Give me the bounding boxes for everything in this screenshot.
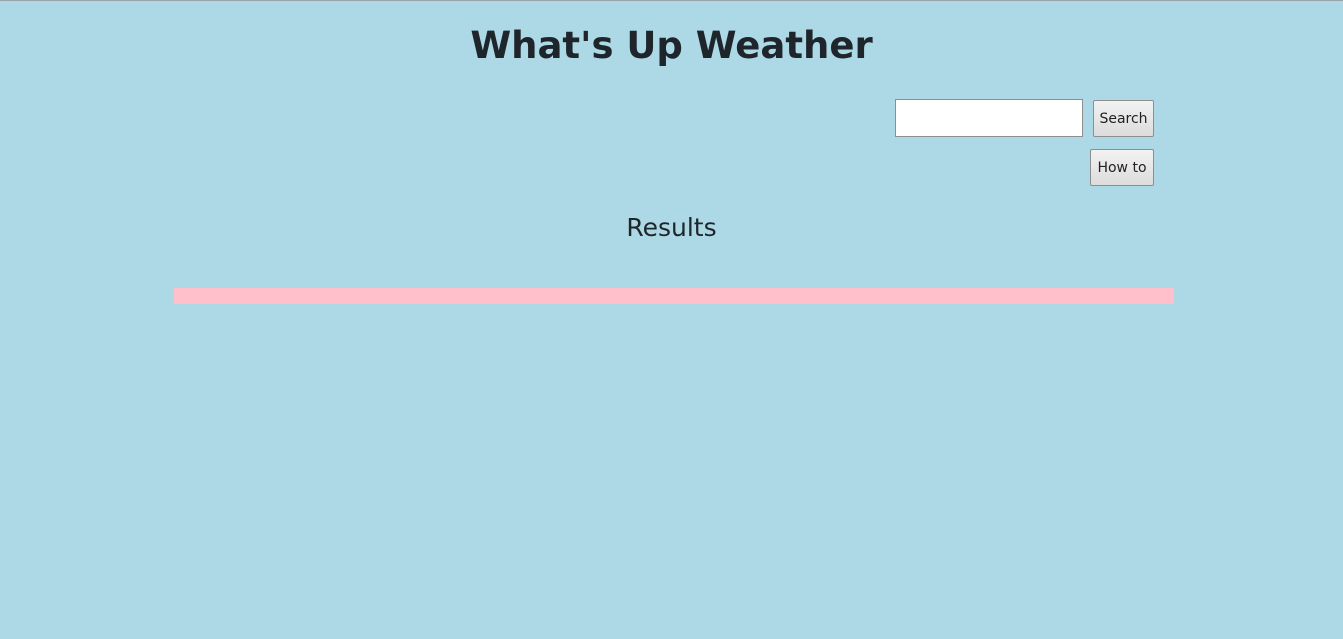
search-button[interactable]: Search (1093, 100, 1154, 137)
search-input[interactable] (895, 99, 1083, 137)
results-container (174, 288, 1174, 304)
results-heading: Results (626, 213, 717, 242)
how-to-button[interactable]: How to (1090, 149, 1154, 186)
page-title: What's Up Weather (470, 24, 873, 67)
